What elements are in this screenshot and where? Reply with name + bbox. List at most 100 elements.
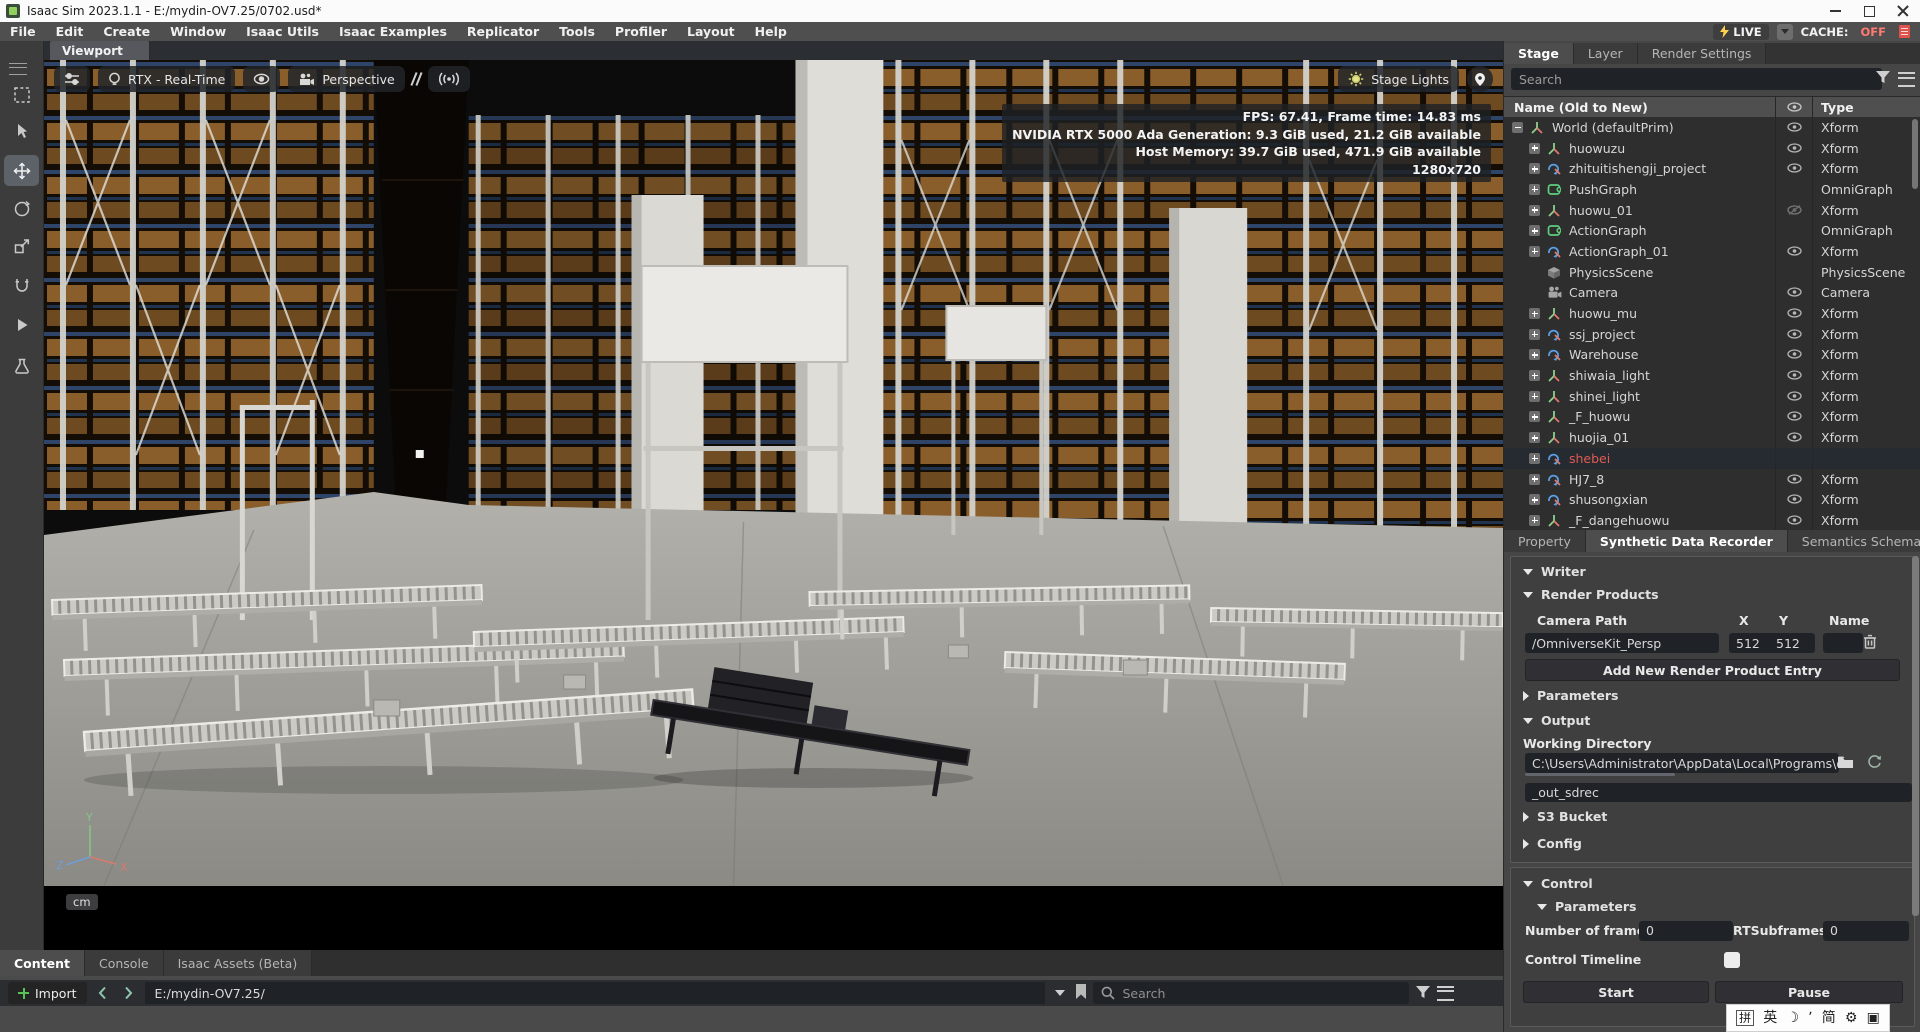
table-row[interactable]: PushGraph OmniGraph [1504, 179, 1920, 200]
visibility-toggle[interactable] [1787, 368, 1802, 383]
menu-item[interactable]: Layout [677, 24, 745, 39]
ime-button[interactable]: 简 [1822, 1011, 1836, 1025]
viewport-canvas[interactable]: RTX - Real-Time Perspective Stage Lights [44, 60, 1503, 918]
table-row[interactable]: huowuzu Xform [1504, 138, 1920, 159]
renderer-select[interactable]: RTX - Real-Time [98, 66, 235, 92]
visibility-toggle[interactable] [1787, 285, 1802, 300]
visibility-toggle[interactable] [1787, 389, 1802, 404]
tab-render-settings[interactable]: Render Settings [1638, 43, 1767, 64]
visibility-toggle[interactable] [1787, 306, 1802, 321]
axis-gizmo[interactable]: Y Z X [56, 811, 134, 880]
control-section-header[interactable]: Control [1511, 876, 1914, 891]
menu-item[interactable]: Isaac Utils [236, 24, 329, 39]
name-column-header[interactable]: Name (Old to New) [1504, 100, 1775, 115]
table-row[interactable]: shusongxian Xform [1504, 489, 1920, 510]
visibility-column-header[interactable] [1775, 97, 1812, 117]
import-button[interactable]: Import [8, 982, 87, 1004]
menu-item[interactable]: Create [93, 24, 160, 39]
tab-stage[interactable]: Stage [1504, 43, 1574, 64]
start-button[interactable]: Start [1523, 981, 1709, 1003]
visibility-toggle[interactable] [1787, 161, 1802, 176]
expander-icon[interactable] [1529, 225, 1540, 236]
ime-button[interactable]: ⚙ [1845, 1011, 1858, 1025]
frames-input[interactable]: 0 [1639, 921, 1733, 941]
table-row[interactable]: zhituitishengji_project Xform [1504, 158, 1920, 179]
tab-viewport[interactable]: Viewport [50, 41, 150, 60]
tab-content[interactable]: Content [0, 950, 85, 976]
expander-icon[interactable] [1529, 474, 1540, 485]
visibility-toggle[interactable] [1787, 347, 1802, 362]
expander-icon[interactable] [1529, 246, 1540, 257]
dock-menu-icon[interactable] [9, 63, 27, 75]
viewport-settings-button[interactable] [54, 66, 90, 92]
minimize-button[interactable] [1818, 0, 1852, 22]
menu-item[interactable]: Tools [549, 24, 605, 39]
expander-icon[interactable] [1529, 329, 1540, 340]
table-row[interactable]: HJ7_8 Xform [1504, 469, 1920, 490]
expander-icon[interactable] [1512, 122, 1523, 133]
stage-filter-button[interactable] [1875, 70, 1891, 87]
units-badge[interactable]: cm [66, 894, 98, 910]
parameters-section-header[interactable]: Parameters [1511, 688, 1914, 703]
visibility-toggle[interactable] [1787, 203, 1802, 218]
expander-icon[interactable] [1529, 205, 1540, 216]
expander-icon[interactable] [1529, 370, 1540, 381]
snap-tool[interactable] [4, 269, 39, 300]
content-filter-button[interactable] [1415, 985, 1431, 1002]
expander-icon[interactable] [1529, 515, 1540, 526]
visibility-toggle[interactable] [1787, 141, 1802, 156]
expander-icon[interactable] [1529, 391, 1540, 402]
table-row[interactable]: Warehouse Xform [1504, 345, 1920, 366]
toolbar-grip-icon[interactable] [413, 72, 420, 86]
expander-icon[interactable] [1529, 494, 1540, 505]
menu-item[interactable]: Edit [46, 24, 94, 39]
table-row[interactable]: shinei_light Xform [1504, 386, 1920, 407]
table-row[interactable]: _F_dangehuowu Xform [1504, 510, 1920, 531]
move-tool[interactable] [4, 155, 39, 186]
ime-button[interactable]: 英 [1763, 1011, 1777, 1025]
table-row[interactable]: Camera Camera [1504, 283, 1920, 304]
output-folder-input[interactable]: _out_sdrec [1525, 783, 1912, 802]
camera-path-input[interactable]: /OmniverseKit_Persp [1525, 633, 1719, 653]
refresh-button[interactable] [1867, 754, 1882, 772]
control-timeline-checkbox[interactable] [1724, 952, 1740, 968]
visibility-toggle[interactable] [1787, 327, 1802, 342]
stage-options-button[interactable] [1898, 72, 1915, 87]
type-column-header[interactable]: Type [1812, 97, 1920, 117]
visibility-toggle[interactable] [1787, 244, 1802, 259]
stage-scrollbar[interactable] [1912, 119, 1918, 189]
ime-button[interactable]: 拼 [1736, 1010, 1754, 1026]
maximize-button[interactable] [1852, 0, 1886, 22]
stage-lights-button[interactable]: Stage Lights [1338, 66, 1459, 92]
render-name-input[interactable] [1823, 633, 1863, 653]
expander-icon[interactable] [1529, 349, 1540, 360]
expander-icon[interactable] [1529, 308, 1540, 319]
marquee-select-tool[interactable] [4, 79, 39, 110]
stage-search-input[interactable]: Search [1511, 68, 1882, 90]
expander-icon[interactable] [1529, 143, 1540, 154]
tab-property[interactable]: Property [1504, 530, 1586, 552]
bookmark-button[interactable] [1075, 984, 1087, 1003]
content-search-input[interactable]: Search [1093, 982, 1409, 1004]
rtsubframes-input[interactable]: 0 [1823, 921, 1909, 941]
camera-select[interactable]: Perspective [288, 66, 404, 92]
render-products-section-header[interactable]: Render Products [1511, 587, 1914, 602]
output-section-header[interactable]: Output [1511, 713, 1914, 728]
table-row[interactable]: PhysicsScene PhysicsScene [1504, 262, 1920, 283]
inspector-scrollbar[interactable] [1912, 556, 1919, 916]
input-hscrollbar[interactable] [1525, 773, 1675, 776]
menu-item[interactable]: Help [745, 24, 797, 39]
expander-icon[interactable] [1529, 163, 1540, 174]
waypoint-button[interactable] [1467, 66, 1493, 92]
tab-isaac-assets[interactable]: Isaac Assets (Beta) [164, 950, 313, 976]
live-sync-button[interactable]: LIVE [1713, 24, 1768, 40]
visibility-toggle[interactable] [1787, 472, 1802, 487]
table-row[interactable]: ActionGraph OmniGraph [1504, 220, 1920, 241]
table-row[interactable]: ssj_project Xform [1504, 324, 1920, 345]
forward-button[interactable] [119, 982, 139, 1004]
table-row[interactable]: ActionGraph_01 Xform [1504, 241, 1920, 262]
table-row[interactable]: _F_huowu Xform [1504, 407, 1920, 428]
table-row[interactable]: huowu_mu Xform [1504, 303, 1920, 324]
content-options-button[interactable] [1437, 986, 1454, 1001]
expander-icon[interactable] [1529, 184, 1540, 195]
